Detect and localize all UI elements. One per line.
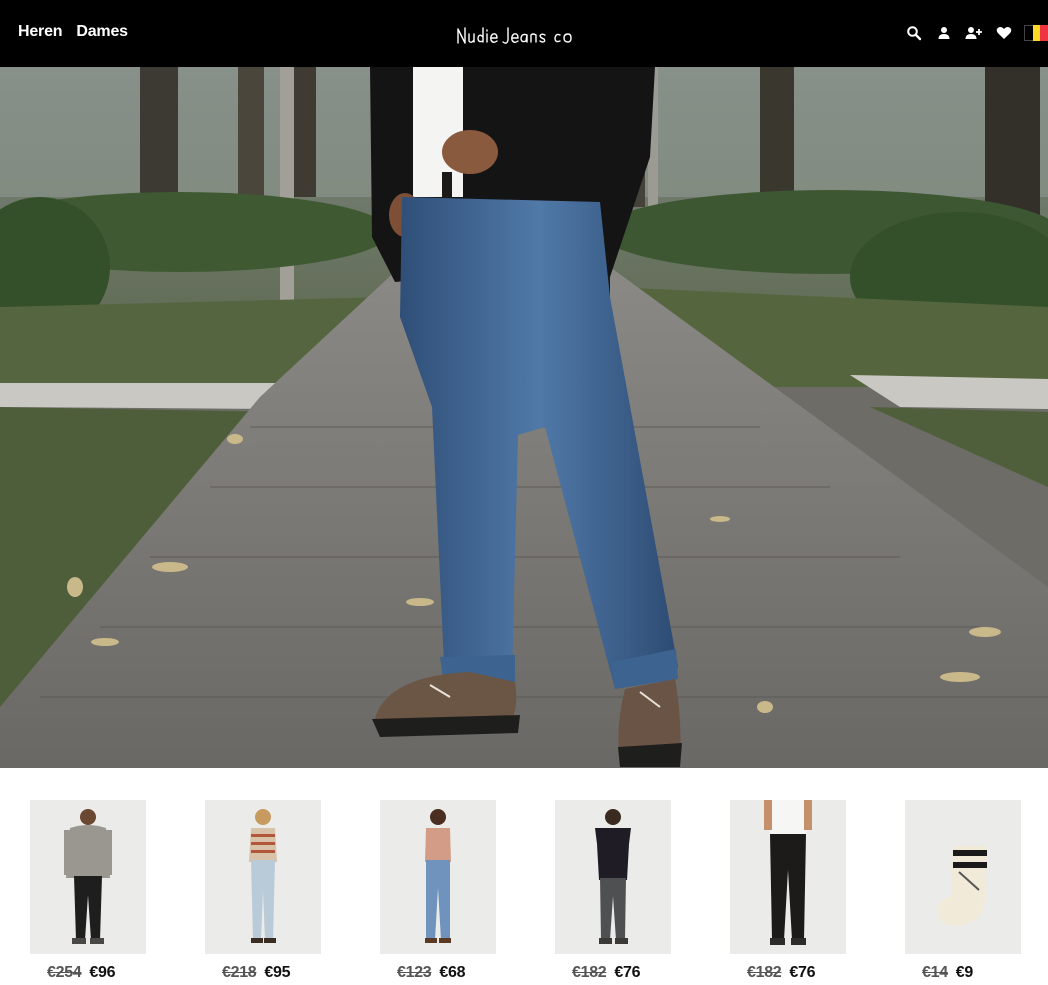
price: €218 €95 (222, 964, 291, 982)
flag-stripe-red (1040, 25, 1048, 41)
old-price: €182 (572, 964, 607, 981)
nav-link-dames[interactable]: Dames (76, 23, 128, 41)
country-flag-belgium[interactable] (1024, 25, 1048, 41)
sale-price: €9 (955, 964, 974, 981)
flag-stripe-yellow (1032, 25, 1041, 41)
flag-stripe-black (1024, 25, 1033, 41)
nav-link-heren[interactable]: Heren (18, 23, 63, 41)
product-card[interactable]: €254 €96 (30, 800, 146, 981)
brand-logo[interactable] (456, 25, 596, 47)
search-icon[interactable] (904, 24, 924, 42)
user-icon[interactable] (934, 24, 954, 42)
hero-banner[interactable] (0, 67, 1048, 768)
product-image[interactable] (905, 800, 1021, 954)
main-nav: Heren Dames (18, 23, 128, 41)
old-price: €182 (747, 964, 782, 981)
product-card[interactable]: €14 €9 (905, 800, 1021, 981)
old-price: €218 (222, 964, 257, 981)
old-price: €123 (397, 964, 432, 981)
hero-image (0, 67, 1048, 768)
sale-price: €95 (264, 964, 291, 981)
product-strip: €254 €96 €218 €95 €123 €68 €182 €76 €182… (0, 768, 1048, 985)
product-image[interactable] (730, 800, 846, 954)
sale-price: €76 (789, 964, 816, 981)
sale-price: €76 (614, 964, 641, 981)
product-card[interactable]: €182 €76 (555, 800, 671, 981)
old-price: €254 (47, 964, 82, 981)
sale-price: €96 (89, 964, 116, 981)
product-image[interactable] (30, 800, 146, 954)
add-user-icon[interactable] (964, 24, 984, 42)
product-image[interactable] (205, 800, 321, 954)
product-card[interactable]: €182 €76 (730, 800, 846, 981)
heart-icon[interactable] (994, 24, 1014, 42)
header-icons (904, 24, 1048, 42)
price: €254 €96 (47, 964, 116, 982)
product-card[interactable]: €123 €68 (380, 800, 496, 981)
price: €182 €76 (747, 964, 816, 982)
old-price: €14 (922, 964, 948, 981)
product-image[interactable] (555, 800, 671, 954)
sale-price: €68 (439, 964, 466, 981)
price: €14 €9 (922, 964, 973, 982)
product-image[interactable] (380, 800, 496, 954)
price: €182 €76 (572, 964, 641, 982)
site-header: Heren Dames (0, 0, 1048, 67)
price: €123 €68 (397, 964, 466, 982)
brand-logo-mark (457, 27, 572, 44)
product-card[interactable]: €218 €95 (205, 800, 321, 981)
